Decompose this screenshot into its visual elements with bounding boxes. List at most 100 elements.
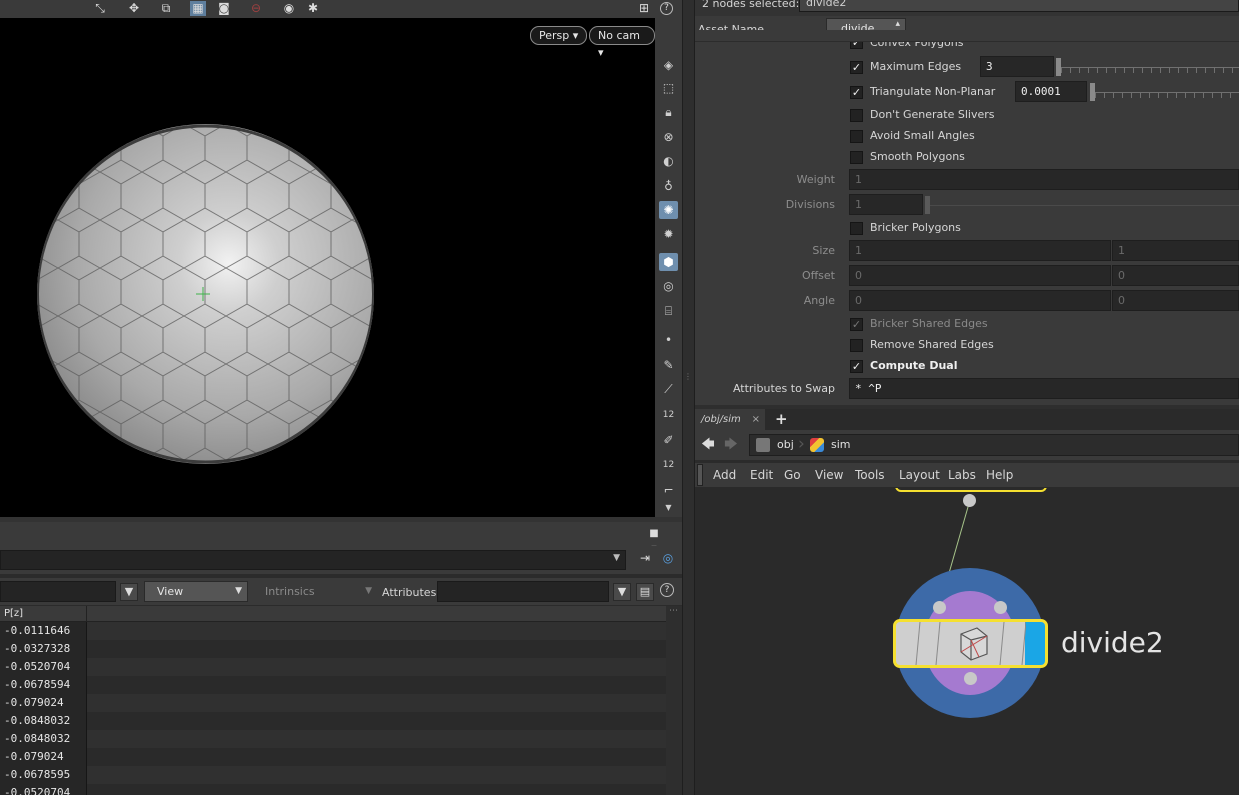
- view-icon[interactable]: ◈: [659, 56, 678, 74]
- avoid-small-angles-checkbox[interactable]: [850, 130, 863, 143]
- spreadsheet-table[interactable]: P[z] -0.0111646 -0.0327328 -0.0520704 -0.06…: [0, 606, 666, 795]
- pick-icon[interactable]: ⟋: [659, 380, 678, 398]
- pane-menu-icon[interactable]: ■ ▾: [646, 526, 662, 554]
- size-y-field: 1: [1112, 240, 1239, 261]
- node-name-label[interactable]: divide2: [1061, 626, 1164, 659]
- menu-edit[interactable]: Edit: [750, 468, 773, 482]
- menu-collapse-handle[interactable]: [697, 464, 703, 486]
- tab-obj-sim[interactable]: /obj/sim ×: [695, 409, 765, 430]
- input-connector-1[interactable]: [933, 601, 946, 614]
- brush-icon[interactable]: ✐: [659, 431, 678, 449]
- spreadsheet-path-field[interactable]: ▼: [0, 550, 626, 570]
- intrinsics-dropdown[interactable]: Intrinsics ▼: [252, 581, 378, 602]
- table-row[interactable]: -0.079024: [0, 748, 666, 766]
- table-row[interactable]: -0.0520704: [0, 658, 666, 676]
- triangulate-checkbox[interactable]: ✓: [850, 86, 863, 99]
- persp-menu-button[interactable]: Persp ▾: [530, 26, 588, 45]
- hide-icon[interactable]: ⊗: [659, 128, 678, 146]
- snapshot-icon[interactable]: ◙: [216, 1, 232, 16]
- point-icon[interactable]: •: [659, 331, 678, 349]
- spreadsheet-help-icon[interactable]: ?: [660, 583, 674, 597]
- column-header-pz[interactable]: P[z]: [0, 606, 87, 621]
- visibility-icon[interactable]: ◎: [659, 277, 678, 295]
- back-icon[interactable]: 🡄: [700, 437, 716, 452]
- dome-light-icon[interactable]: ✹: [659, 225, 678, 243]
- view-dropdown[interactable]: View ▼: [144, 581, 248, 602]
- shading-icon[interactable]: ◐: [659, 152, 678, 170]
- path-sim-link[interactable]: sim: [831, 438, 851, 451]
- pin-icon[interactable]: ⇥: [637, 551, 653, 566]
- handle-icon[interactable]: ⧉: [158, 1, 174, 16]
- group-filter-field[interactable]: [0, 581, 116, 602]
- vertical-splitter[interactable]: ⋮: [682, 0, 695, 795]
- maximum-edges-checkbox[interactable]: ✓: [850, 61, 863, 74]
- link-icon[interactable]: ◎: [660, 551, 676, 566]
- select-icon[interactable]: ⤡: [92, 1, 108, 16]
- triangulate-field[interactable]: 0.0001: [1015, 81, 1087, 102]
- settings-icon[interactable]: ✱: [305, 1, 321, 16]
- remove-shared-edges-checkbox[interactable]: [850, 339, 863, 352]
- camera-menu-button[interactable]: No cam ▾: [589, 26, 655, 59]
- display-icon[interactable]: ⬚: [659, 79, 678, 97]
- upstream-output-connector[interactable]: [963, 494, 976, 507]
- display-options-icon[interactable]: ▦: [190, 1, 206, 16]
- menu-go[interactable]: Go: [784, 468, 801, 482]
- forward-icon[interactable]: 🡆: [723, 437, 739, 452]
- table-row[interactable]: -0.0848032: [0, 712, 666, 730]
- path-obj-link[interactable]: obj: [777, 438, 794, 451]
- table-row[interactable]: -0.079024: [0, 694, 666, 712]
- angle-label: Angle: [803, 294, 835, 307]
- display-flag[interactable]: [1025, 622, 1045, 665]
- transform-icon[interactable]: ✥: [126, 1, 142, 16]
- output-connector[interactable]: [964, 672, 977, 685]
- lock-icon[interactable]: 🔒︎: [659, 103, 678, 121]
- menu-help[interactable]: Help: [986, 468, 1013, 482]
- smooth-polygons-checkbox[interactable]: [850, 151, 863, 164]
- column-options-icon[interactable]: ▤: [636, 583, 654, 601]
- attributes-to-swap-field[interactable]: * ^P: [849, 378, 1239, 399]
- divide2-node[interactable]: [893, 619, 1048, 668]
- table-row[interactable]: -0.0520704: [0, 784, 666, 795]
- scene-viewport[interactable]: Persp ▾ No cam ▾: [0, 18, 655, 517]
- dont-generate-slivers-label: Don't Generate Slivers: [870, 108, 995, 121]
- column-menu-icon[interactable]: ⋯: [669, 606, 678, 616]
- table-row[interactable]: -0.0327328: [0, 640, 666, 658]
- dont-generate-slivers-checkbox[interactable]: [850, 109, 863, 122]
- point-numbers-icon[interactable]: 12: [659, 456, 678, 474]
- viewport-side-toolbar: ◈ ⬚ 🔒︎ ⊗ ◐ ♁ ✺ ✹ ⬢ ◎ ⌸ • ✎ ⟋ 12 ✐ 12 ⌐ ▼: [655, 18, 682, 517]
- table-row[interactable]: -0.0678594: [0, 676, 666, 694]
- draw-icon[interactable]: ✎: [659, 356, 678, 374]
- desktop-icon[interactable]: ⊞: [636, 1, 652, 16]
- help-icon[interactable]: ?: [660, 2, 673, 15]
- menu-add[interactable]: Add: [713, 468, 736, 482]
- angle-icon[interactable]: ⌐: [659, 481, 678, 499]
- add-tab-icon[interactable]: +: [775, 410, 788, 428]
- spreadsheet-scrollbar[interactable]: ⋯: [666, 606, 682, 795]
- tab-close-icon[interactable]: ×: [752, 409, 760, 430]
- numbers-icon[interactable]: 12: [659, 406, 678, 424]
- filter-icon[interactable]: ▼: [120, 583, 138, 601]
- camera-icon[interactable]: ◉: [281, 1, 297, 16]
- path-dropdown-icon[interactable]: ▼: [613, 553, 620, 563]
- network-canvas[interactable]: divide2: [695, 488, 1239, 795]
- attr-filter-icon[interactable]: ▼: [613, 583, 631, 601]
- bricker-polygons-checkbox[interactable]: [850, 222, 863, 235]
- input-connector-2[interactable]: [994, 601, 1007, 614]
- attributes-filter-field[interactable]: [437, 581, 609, 602]
- menu-labs[interactable]: Labs: [948, 468, 976, 482]
- pz-cell: -0.0327328: [0, 640, 87, 658]
- table-row[interactable]: -0.0678595: [0, 766, 666, 784]
- menu-view[interactable]: View: [815, 468, 843, 482]
- template-icon[interactable]: ⌸: [659, 302, 678, 320]
- menu-tools[interactable]: Tools: [855, 468, 885, 482]
- ghost-icon[interactable]: ⊖: [248, 1, 264, 16]
- menu-layout[interactable]: Layout: [899, 468, 940, 482]
- headlight-icon[interactable]: ✺: [659, 201, 678, 219]
- maximum-edges-field[interactable]: 3: [980, 56, 1054, 77]
- light-icon[interactable]: ♁: [659, 177, 678, 195]
- table-row[interactable]: -0.0848032: [0, 730, 666, 748]
- wireframe-icon[interactable]: ⬢: [659, 253, 678, 271]
- compute-dual-checkbox[interactable]: ✓: [850, 360, 863, 373]
- scroll-down-icon[interactable]: ▼: [659, 499, 678, 517]
- table-row[interactable]: -0.0111646: [0, 622, 666, 640]
